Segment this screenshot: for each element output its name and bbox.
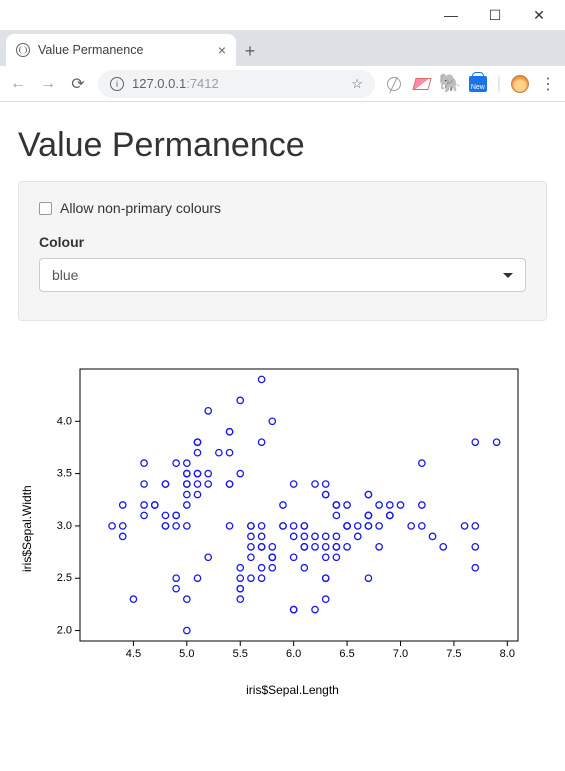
svg-text:7.0: 7.0 <box>393 648 408 660</box>
globe-icon <box>16 43 30 57</box>
select-value: blue <box>52 267 78 283</box>
svg-text:7.5: 7.5 <box>446 648 461 660</box>
tab-close-icon[interactable]: × <box>218 42 226 58</box>
plot-area: iris$Sepal.Width 4.5 5.0 5.5 6.0 6.5 7.0 7.5 8.… <box>18 361 547 697</box>
address-bar[interactable]: i 127.0.0.1:7412 ☆ <box>98 70 375 98</box>
tab-title: Value Permanence <box>38 43 210 57</box>
x-axis-label: iris$Sepal.Length <box>38 683 547 697</box>
svg-text:6.5: 6.5 <box>339 648 354 660</box>
checkbox-input[interactable] <box>39 202 52 215</box>
svg-text:5.5: 5.5 <box>233 648 248 660</box>
eraser-extension-icon[interactable] <box>413 75 431 93</box>
browser-menu-icon[interactable]: ⋮ <box>539 75 557 93</box>
scatter-plot: 4.5 5.0 5.5 6.0 6.5 7.0 7.5 8.0 2.0 2.5 3.0 3.5 4.0 <box>38 361 528 661</box>
url-text: 127.0.0.1:7412 <box>132 76 343 91</box>
extension-icons: 🐘 | ⋮ <box>385 75 557 93</box>
svg-text:2.5: 2.5 <box>57 572 72 584</box>
reload-button[interactable]: ⟳ <box>68 74 88 94</box>
page-heading: Value Permanence <box>18 126 547 165</box>
svg-text:8.0: 8.0 <box>500 648 515 660</box>
select-label: Colour <box>39 234 526 250</box>
svg-text:6.0: 6.0 <box>286 648 301 660</box>
svg-text:4.5: 4.5 <box>126 648 141 660</box>
separator: | <box>497 75 501 93</box>
chevron-down-icon <box>503 273 513 278</box>
svg-text:3.0: 3.0 <box>57 520 72 532</box>
y-axis-label: iris$Sepal.Width <box>18 361 34 697</box>
controls-panel: Allow non-primary colours Colour blue <box>18 181 547 321</box>
svg-text:3.5: 3.5 <box>57 468 72 480</box>
evernote-extension-icon[interactable]: 🐘 <box>441 75 459 93</box>
url-port: :7412 <box>186 76 219 91</box>
window-minimize[interactable]: — <box>429 1 473 29</box>
browser-toolbar: ← → ⟳ i 127.0.0.1:7412 ☆ 🐘 | ⋮ <box>0 66 565 102</box>
site-info-icon[interactable]: i <box>110 77 124 91</box>
new-extension-icon[interactable] <box>469 75 487 93</box>
tab-bar: Value Permanence × + <box>0 30 565 66</box>
window-close[interactable]: ✕ <box>517 1 561 29</box>
scope-extension-icon[interactable] <box>385 75 403 93</box>
svg-text:5.0: 5.0 <box>179 648 194 660</box>
url-host: 127.0.0.1 <box>132 76 186 91</box>
checkbox-label: Allow non-primary colours <box>60 200 221 216</box>
bookmark-star-icon[interactable]: ☆ <box>351 76 363 92</box>
new-tab-button[interactable]: + <box>236 41 264 66</box>
back-button[interactable]: ← <box>8 75 28 93</box>
page-content: Value Permanence Allow non-primary colou… <box>0 102 565 713</box>
svg-text:4.0: 4.0 <box>57 415 72 427</box>
forward-button[interactable]: → <box>38 75 58 93</box>
browser-tab[interactable]: Value Permanence × <box>6 34 236 66</box>
svg-text:2.0: 2.0 <box>57 625 72 637</box>
window-maximize[interactable]: ☐ <box>473 1 517 29</box>
profile-avatar-icon[interactable] <box>511 75 529 93</box>
checkbox-row[interactable]: Allow non-primary colours <box>39 200 526 216</box>
colour-select[interactable]: blue <box>39 258 526 292</box>
